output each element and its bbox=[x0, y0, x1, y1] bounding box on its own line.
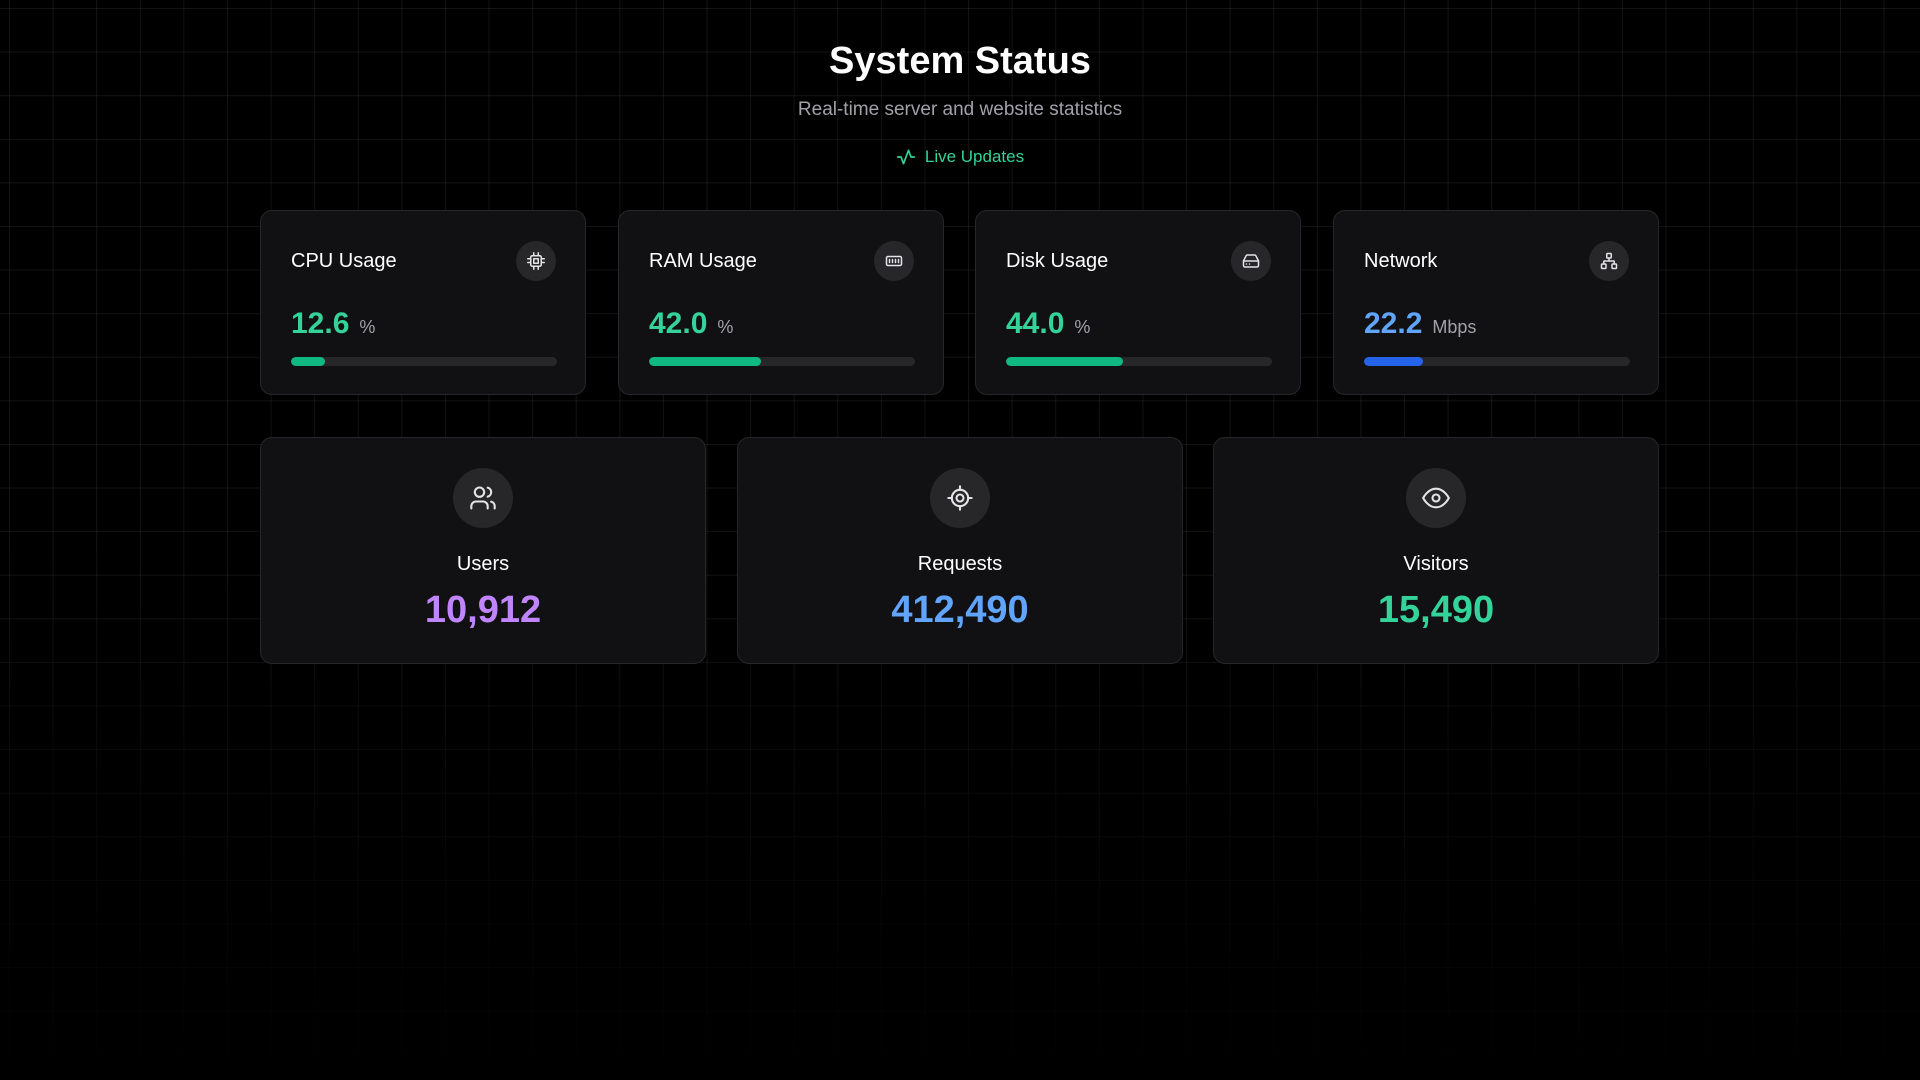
stat-label: CPU Usage bbox=[291, 250, 397, 272]
stat-unit: % bbox=[1074, 317, 1091, 337]
stat-unit: Mbps bbox=[1432, 317, 1477, 337]
progress-bar-fill bbox=[1006, 357, 1124, 366]
stat-label: Disk Usage bbox=[1006, 250, 1109, 272]
total-label: Visitors bbox=[1403, 553, 1469, 575]
page-subtitle: Real-time server and website statistics bbox=[797, 99, 1123, 120]
network-icon bbox=[1589, 241, 1629, 281]
requests-card: Requests 412,490 bbox=[737, 437, 1183, 664]
system-status-page: System Status Real-time server and websi… bbox=[0, 0, 1920, 1080]
users-card: Users 10,912 bbox=[260, 437, 706, 664]
progress-bar bbox=[649, 357, 915, 366]
progress-bar bbox=[1364, 357, 1630, 366]
total-value: 10,912 bbox=[424, 589, 542, 631]
live-updates-indicator: Live Updates bbox=[0, 144, 1920, 170]
page-title: System Status bbox=[829, 40, 1091, 82]
live-updates-label: Live Updates bbox=[924, 147, 1025, 166]
progress-bar bbox=[1006, 357, 1272, 366]
crosshair-icon bbox=[930, 468, 990, 528]
eye-icon bbox=[1406, 468, 1466, 528]
memory-icon bbox=[874, 241, 914, 281]
users-icon bbox=[453, 468, 513, 528]
total-label: Users bbox=[456, 553, 510, 575]
stat-value: 12.6 bbox=[291, 307, 350, 340]
ram-usage-card: RAM Usage 42.0 % bbox=[618, 210, 944, 395]
stat-value: 22.2 bbox=[1364, 307, 1423, 340]
cpu-icon bbox=[516, 241, 556, 281]
cpu-usage-card: CPU Usage 12.6 % bbox=[260, 210, 586, 395]
stat-unit: % bbox=[717, 317, 734, 337]
network-card: Network 22.2 Mbps bbox=[1333, 210, 1659, 395]
stat-label: RAM Usage bbox=[649, 250, 757, 272]
total-label: Requests bbox=[917, 553, 1003, 575]
total-value: 15,490 bbox=[1377, 589, 1495, 631]
progress-bar-fill bbox=[1364, 357, 1424, 366]
progress-bar-fill bbox=[291, 357, 325, 366]
stat-label: Network bbox=[1364, 250, 1438, 272]
progress-bar-fill bbox=[649, 357, 761, 366]
progress-bar bbox=[291, 357, 557, 366]
stat-value: 44.0 bbox=[1006, 307, 1065, 340]
activity-icon bbox=[896, 147, 916, 167]
stat-value: 42.0 bbox=[649, 307, 708, 340]
total-value: 412,490 bbox=[891, 589, 1029, 631]
visitors-card: Visitors 15,490 bbox=[1213, 437, 1659, 664]
disk-usage-card: Disk Usage 44.0 % bbox=[975, 210, 1301, 395]
hard-drive-icon bbox=[1231, 241, 1271, 281]
stat-unit: % bbox=[359, 317, 376, 337]
